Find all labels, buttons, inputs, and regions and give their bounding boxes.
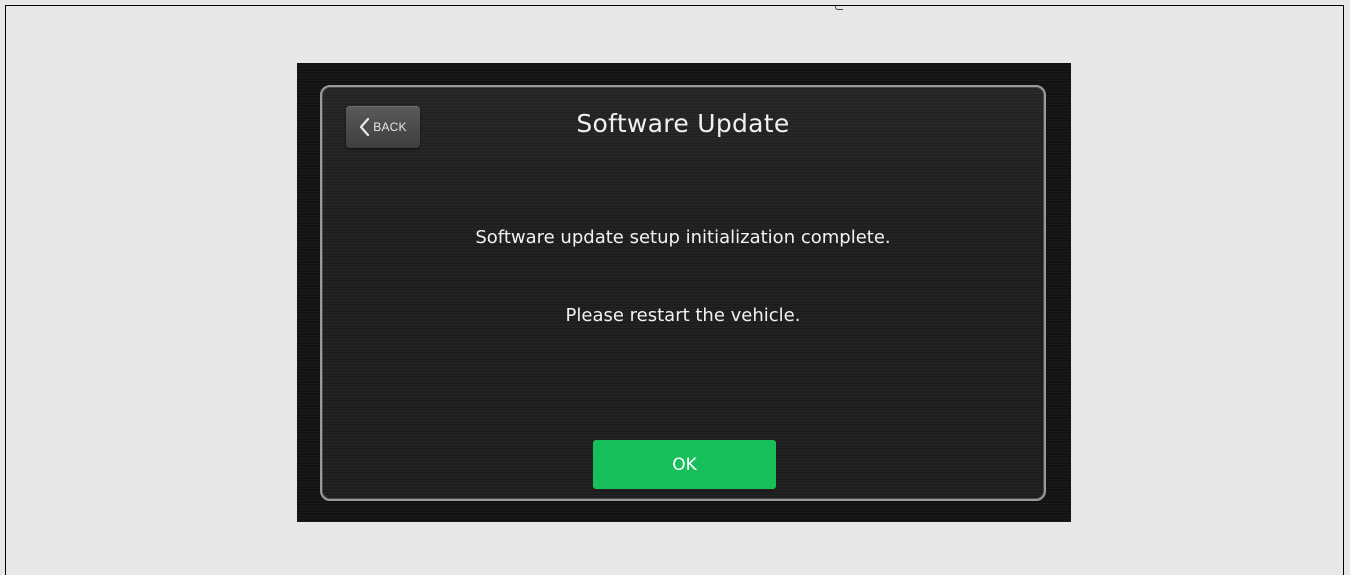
status-message: Software update setup initialization com… [475,227,891,248]
stray-mark [835,6,843,10]
page-title: Software Update [576,109,790,138]
instruction-message: Please restart the vehicle. [565,305,801,326]
infotainment-screen: BACK Software Update Software update set… [297,63,1071,522]
software-update-dialog: BACK Software Update Software update set… [320,85,1046,501]
ok-button[interactable]: OK [593,440,776,489]
figure-frame: BACK Software Update Software update set… [5,5,1344,575]
